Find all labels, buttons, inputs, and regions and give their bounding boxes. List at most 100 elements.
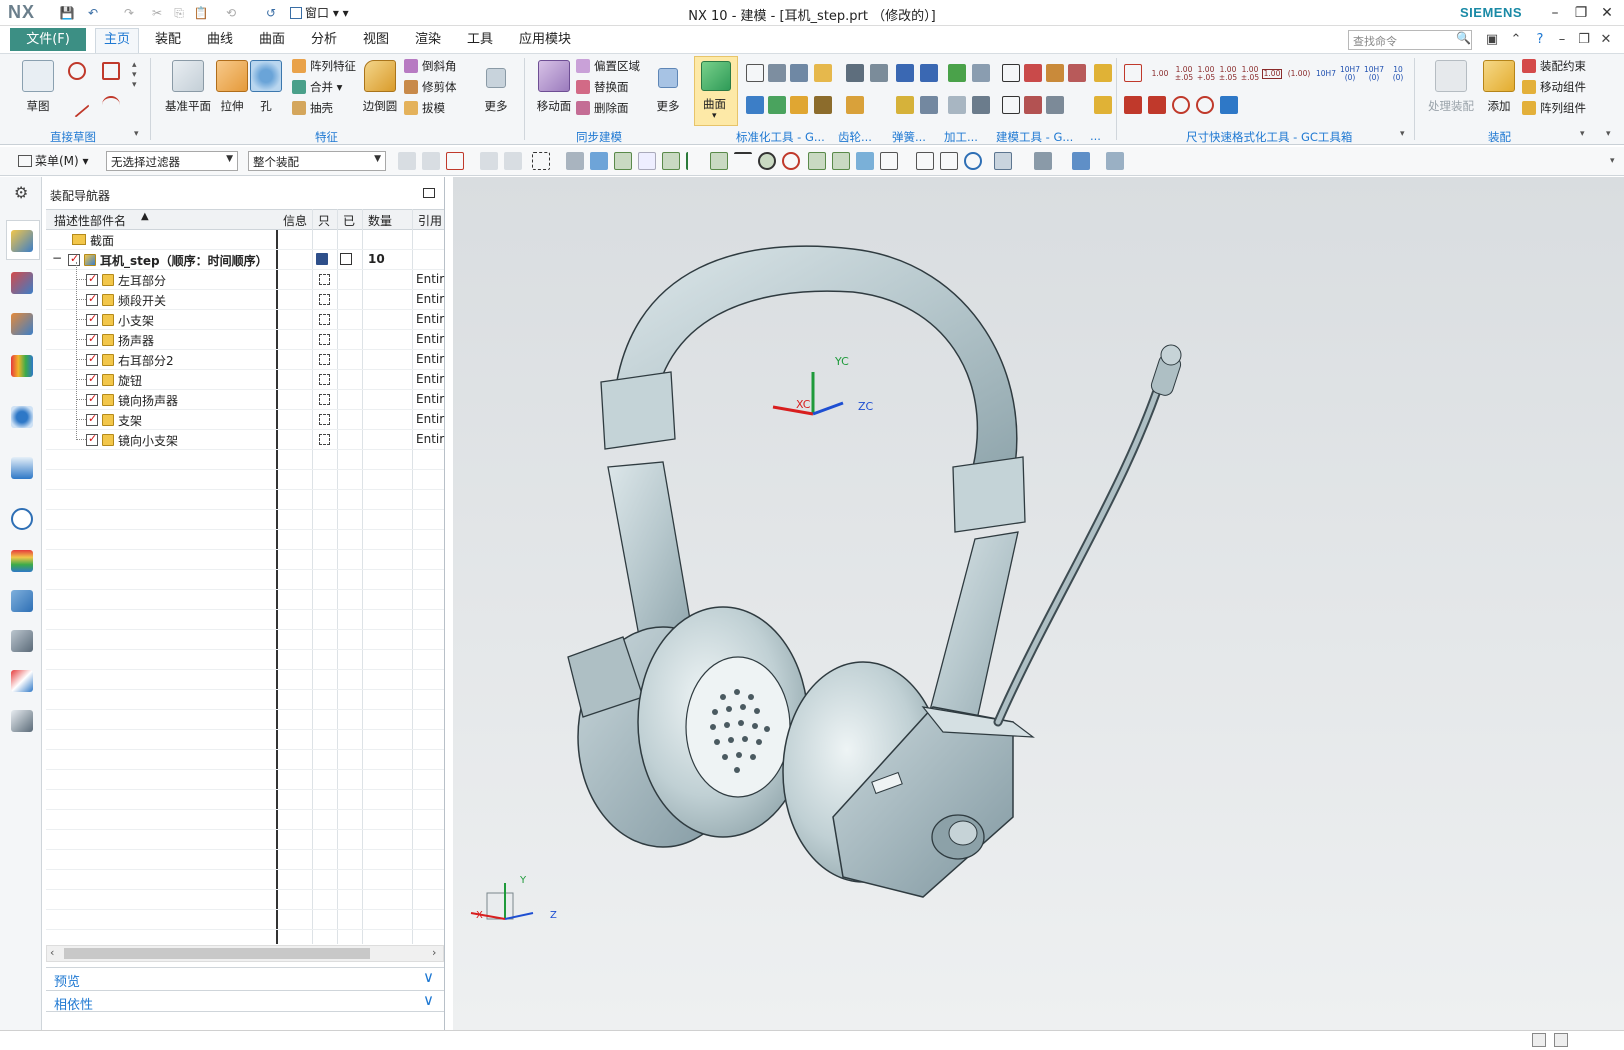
snap-arc-center-icon[interactable] bbox=[758, 152, 776, 170]
table-row[interactable]: 支架 Entir bbox=[46, 410, 444, 430]
add-component-button[interactable]: 添加 bbox=[1478, 58, 1520, 124]
dimension-icon[interactable] bbox=[1148, 96, 1166, 114]
snap-midpoint-icon[interactable] bbox=[662, 152, 680, 170]
filter-tool-icon[interactable] bbox=[422, 152, 440, 170]
tab-tools[interactable]: 工具 bbox=[459, 31, 501, 53]
move-component-button[interactable]: 移动组件 bbox=[1522, 77, 1586, 97]
status-selection-icon[interactable] bbox=[1532, 1033, 1546, 1047]
filter-tool-icon[interactable] bbox=[504, 152, 522, 170]
delete-face-button[interactable]: 删除面 bbox=[576, 98, 629, 118]
gear-tool-icon[interactable] bbox=[870, 64, 888, 82]
fit-view-icon[interactable] bbox=[916, 152, 934, 170]
snap-on-curve-icon[interactable] bbox=[832, 152, 850, 170]
machining-tool-icon[interactable] bbox=[948, 96, 966, 114]
tab-home[interactable]: 主页 bbox=[95, 28, 140, 53]
filter-tool-icon[interactable] bbox=[446, 152, 464, 170]
sort-ascending-icon[interactable]: ▲ bbox=[141, 211, 149, 222]
tab-applications[interactable]: 应用模块 bbox=[511, 31, 579, 53]
tab-curve[interactable]: 曲线 bbox=[199, 31, 241, 53]
hole-button[interactable]: 孔 bbox=[246, 58, 286, 124]
dim-format-button[interactable]: 10H7 (0) bbox=[1364, 66, 1384, 82]
gc-tool-icon[interactable] bbox=[814, 64, 832, 82]
filter-tool-icon[interactable] bbox=[398, 152, 416, 170]
group-expand-icon[interactable]: ▾ bbox=[1400, 129, 1405, 139]
table-row[interactable]: 旋钮 Entir bbox=[46, 370, 444, 390]
table-row[interactable]: 扬声器 Entir bbox=[46, 330, 444, 350]
roles-icon[interactable] bbox=[11, 670, 33, 692]
gc-tool-icon[interactable] bbox=[790, 96, 808, 114]
visibility-checkbox[interactable] bbox=[86, 312, 98, 326]
move-face-button[interactable]: 移动面 bbox=[530, 58, 578, 124]
select-face-icon[interactable] bbox=[590, 152, 608, 170]
process-studio-icon[interactable] bbox=[11, 590, 33, 612]
edge-blend-button[interactable]: 边倒圆 bbox=[356, 58, 404, 124]
sketch-button[interactable]: 草图 bbox=[14, 58, 62, 124]
ribbon-options-icon[interactable]: ▾ bbox=[1606, 129, 1611, 139]
rotate-icon[interactable] bbox=[964, 152, 982, 170]
snap-existing-point-icon[interactable] bbox=[808, 152, 826, 170]
zoom-icon[interactable] bbox=[940, 152, 958, 170]
tab-assembly[interactable]: 装配 bbox=[147, 31, 189, 53]
doc-restore-icon[interactable]: ❐ bbox=[1574, 30, 1594, 50]
visibility-checkbox[interactable] bbox=[86, 432, 98, 446]
spring-tool-icon[interactable] bbox=[920, 96, 938, 114]
column-header-name[interactable]: 描述性部件名 bbox=[54, 212, 126, 229]
dim-format-button[interactable]: 10H7 (0) bbox=[1340, 66, 1360, 82]
toolbar-options-icon[interactable]: ▾ bbox=[1610, 156, 1615, 166]
dim-format-button[interactable]: 1.00 bbox=[1150, 70, 1170, 78]
replace-face-button[interactable]: 替换面 bbox=[576, 77, 629, 97]
dim-tool-icon[interactable] bbox=[1172, 96, 1190, 114]
table-row[interactable]: 左耳部分 Entir bbox=[46, 270, 444, 290]
tab-analysis[interactable]: 分析 bbox=[303, 31, 345, 53]
dim-format-button[interactable]: 1.00 ±.05 bbox=[1240, 66, 1260, 82]
help-icon[interactable]: ? bbox=[1530, 30, 1550, 50]
dim-tool-icon[interactable] bbox=[1220, 96, 1238, 114]
spring-tool-icon[interactable] bbox=[896, 64, 914, 82]
history-palette-icon[interactable] bbox=[11, 457, 33, 479]
dim-tool-icon[interactable] bbox=[1196, 96, 1214, 114]
assembly-navigator-icon[interactable] bbox=[11, 230, 33, 252]
filter-tool-icon[interactable] bbox=[480, 152, 498, 170]
edit-section-icon[interactable] bbox=[1072, 152, 1090, 170]
pattern-feature-button[interactable]: 阵列特征 bbox=[292, 56, 356, 76]
visibility-checkbox[interactable] bbox=[68, 252, 80, 266]
feature-more-button[interactable]: 更多 bbox=[474, 58, 518, 124]
dimension-icon[interactable] bbox=[1124, 96, 1142, 114]
visibility-checkbox[interactable] bbox=[86, 412, 98, 426]
modeling-tool-icon[interactable] bbox=[1002, 64, 1020, 82]
list-item[interactable]: 截面 bbox=[46, 230, 444, 250]
dependency-panel-header[interactable]: 相依性 ∨ bbox=[46, 990, 444, 1013]
close-button[interactable]: ✕ bbox=[1594, 2, 1620, 24]
visibility-checkbox[interactable] bbox=[86, 392, 98, 406]
command-search-input[interactable]: 查找命令 bbox=[1348, 30, 1472, 50]
visibility-checkbox[interactable] bbox=[86, 332, 98, 346]
collapse-ribbon-icon[interactable]: ⌃ bbox=[1506, 30, 1526, 50]
dim-format-button[interactable]: 1.00 ±.05 bbox=[1174, 66, 1194, 82]
file-tab[interactable]: 文件(F) bbox=[10, 28, 86, 51]
column-header-info[interactable]: 信息 bbox=[283, 212, 307, 229]
dim-format-button[interactable]: (1.00) bbox=[1286, 70, 1312, 78]
profile-icon[interactable] bbox=[68, 62, 86, 80]
modeling-tool-icon[interactable] bbox=[1024, 64, 1042, 82]
dim-format-button[interactable]: 10 (0) bbox=[1388, 66, 1408, 82]
dim-format-button[interactable]: 10H7 bbox=[1316, 70, 1336, 78]
modeling-tool-icon[interactable] bbox=[1046, 64, 1064, 82]
column-header-reference[interactable]: 引用 bbox=[418, 212, 442, 229]
reuse-library-icon[interactable] bbox=[11, 355, 33, 377]
snap-point-icon[interactable] bbox=[614, 152, 632, 170]
doc-close-icon[interactable]: ✕ bbox=[1596, 30, 1616, 50]
scroll-left-icon[interactable]: ‹ bbox=[50, 946, 54, 959]
misc-tool-icon[interactable] bbox=[1094, 64, 1112, 82]
system-scenes-icon[interactable] bbox=[11, 710, 33, 732]
group-expand-icon[interactable]: ▾ bbox=[134, 129, 139, 139]
pattern-component-button[interactable]: 阵列组件 bbox=[1522, 98, 1586, 118]
modeling-tool-icon[interactable] bbox=[1024, 96, 1042, 114]
collapse-icon[interactable]: − bbox=[52, 251, 62, 265]
machining-tool-icon[interactable] bbox=[972, 96, 990, 114]
show-hide-icon[interactable] bbox=[1106, 152, 1124, 170]
gc-tool-icon[interactable] bbox=[790, 64, 808, 82]
shell-button[interactable]: 抽壳 bbox=[292, 98, 333, 118]
column-header-readonly[interactable]: 只 bbox=[318, 212, 330, 229]
column-header-modified[interactable]: 已 bbox=[343, 212, 355, 229]
sketch-gallery-scroll-icon[interactable]: ▴ ▾ ▾ bbox=[132, 60, 137, 90]
